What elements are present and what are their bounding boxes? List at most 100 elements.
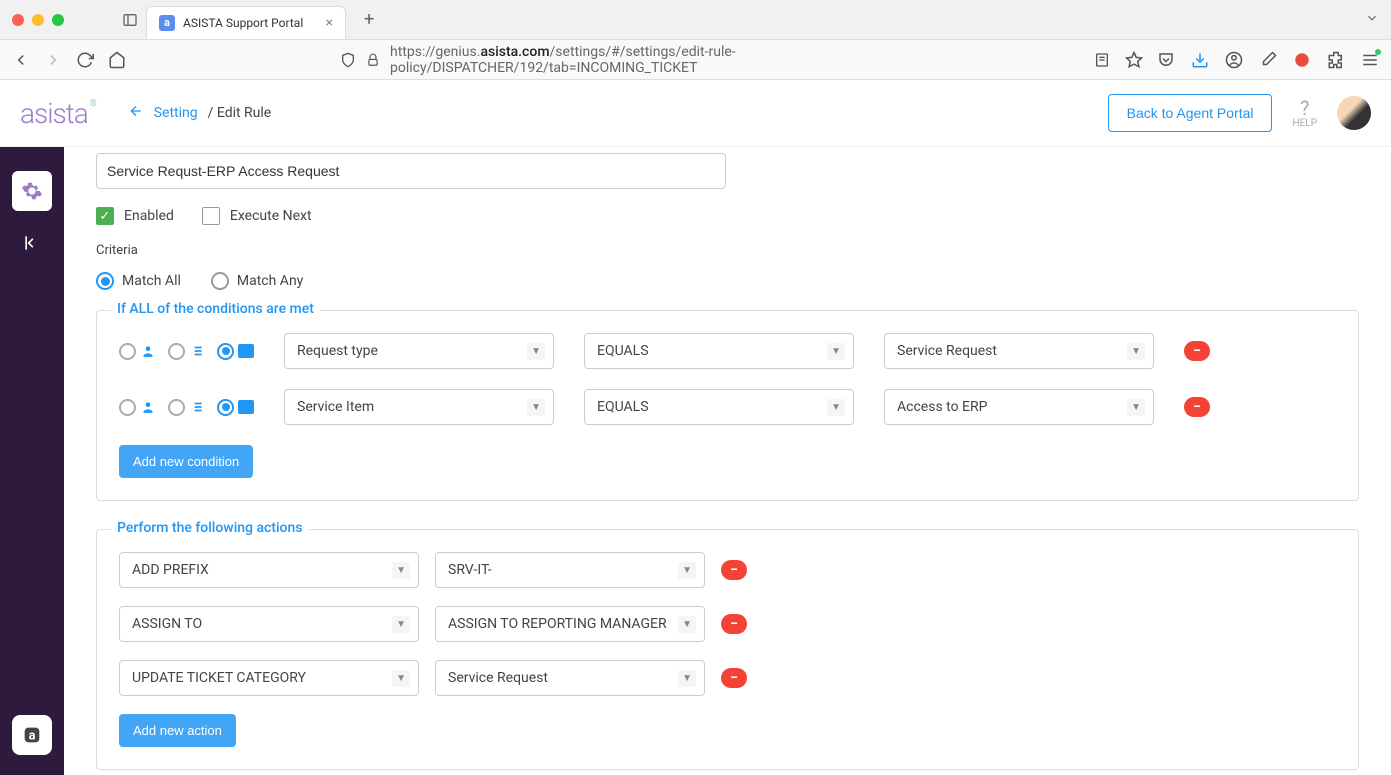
extensions-icon[interactable]: [1327, 51, 1345, 69]
remove-condition-button[interactable]: −: [1184, 397, 1210, 417]
download-icon[interactable]: [1191, 51, 1209, 69]
radio-icon: [119, 399, 136, 416]
actions-fieldset: Perform the following actions ADD PREFIX…: [96, 529, 1359, 770]
url-bar[interactable]: https://genius.asista.com/settings/#/set…: [140, 44, 1079, 76]
radio-icon: [168, 343, 185, 360]
match-any-radio[interactable]: Match Any: [211, 272, 303, 290]
window-close-icon[interactable]: [12, 14, 24, 26]
chevron-down-icon: ▼: [392, 616, 410, 633]
action-type-select[interactable]: ADD PREFIX▼: [119, 552, 419, 588]
condition-field-select[interactable]: Service Item▼: [284, 389, 554, 425]
person-icon: [140, 400, 156, 414]
action-value-select[interactable]: SRV-IT-▼: [435, 552, 705, 588]
menu-icon[interactable]: [1361, 51, 1379, 69]
ticket-icon: [238, 400, 254, 414]
bookmark-icon[interactable]: [1125, 51, 1143, 69]
execute-next-checkbox[interactable]: Execute Next: [202, 207, 312, 225]
breadcrumb-current: / Edit Rule: [208, 105, 272, 121]
lock-icon[interactable]: [366, 51, 380, 69]
criteria-label: Criteria: [96, 243, 1359, 258]
browser-tab-active[interactable]: a ASISTA Support Portal ×: [146, 6, 346, 40]
chevron-down-icon: ▼: [392, 562, 410, 579]
reader-mode-icon[interactable]: [1093, 51, 1111, 69]
account-icon[interactable]: [1225, 51, 1243, 69]
shield-icon[interactable]: [340, 51, 356, 69]
window-min-icon[interactable]: [32, 14, 44, 26]
add-condition-button[interactable]: Add new condition: [119, 445, 253, 478]
enabled-checkbox[interactable]: ✓ Enabled: [96, 207, 174, 225]
sidebar-app-icon[interactable]: a: [12, 715, 52, 755]
nav-forward-icon[interactable]: [44, 51, 62, 69]
tab-favicon-icon: a: [159, 15, 175, 31]
chevron-down-icon: ▼: [392, 670, 410, 687]
app-logo[interactable]: asista®: [20, 97, 88, 130]
back-to-agent-portal-button[interactable]: Back to Agent Portal: [1108, 94, 1273, 132]
tabs-dropdown-icon[interactable]: [1365, 10, 1379, 29]
condition-row: Service Item▼ EQUALS▼ Access to ERP▼ −: [119, 389, 1336, 425]
breadcrumb: Setting / Edit Rule: [128, 103, 272, 123]
chevron-down-icon: ▼: [827, 343, 845, 360]
radio-icon: [168, 399, 185, 416]
svg-text:a: a: [29, 729, 36, 744]
tab-title: ASISTA Support Portal: [183, 16, 318, 30]
breadcrumb-back-icon[interactable]: [128, 103, 144, 123]
condition-field-select[interactable]: Request type▼: [284, 333, 554, 369]
nav-back-icon[interactable]: [12, 51, 30, 69]
remove-condition-button[interactable]: −: [1184, 341, 1210, 361]
tab-close-icon[interactable]: ×: [326, 15, 333, 31]
condition-operator-select[interactable]: EQUALS▼: [584, 389, 854, 425]
url-text: https://genius.asista.com/settings/#/set…: [390, 44, 859, 76]
condition-source-radios: [119, 399, 254, 416]
adblock-icon[interactable]: [1293, 51, 1311, 69]
source-ticket-radio[interactable]: [217, 343, 254, 360]
pocket-icon[interactable]: [1157, 51, 1175, 69]
source-list-radio[interactable]: [168, 343, 205, 360]
action-value-select[interactable]: Service Request▼: [435, 660, 705, 696]
add-action-button[interactable]: Add new action: [119, 714, 236, 747]
radio-selected-icon: [217, 399, 234, 416]
action-row: ASSIGN TO▼ ASSIGN TO REPORTING MANAGER▼ …: [119, 606, 1336, 642]
execute-next-label: Execute Next: [230, 208, 312, 224]
window-max-icon[interactable]: [52, 14, 64, 26]
nav-reload-icon[interactable]: [76, 51, 94, 69]
sidebar-collapse-icon[interactable]: [20, 231, 44, 255]
help-button[interactable]: ? HELP: [1292, 98, 1317, 129]
remove-action-button[interactable]: −: [721, 560, 747, 580]
action-row: UPDATE TICKET CATEGORY▼ Service Request▼…: [119, 660, 1336, 696]
main-content: ✓ Enabled Execute Next Criteria Match Al…: [64, 147, 1391, 775]
conditions-fieldset: If ALL of the conditions are met Request…: [96, 310, 1359, 501]
window-controls: [12, 14, 64, 26]
condition-value-select[interactable]: Access to ERP▼: [884, 389, 1154, 425]
match-all-label: Match All: [122, 273, 181, 289]
source-list-radio[interactable]: [168, 399, 205, 416]
action-type-select[interactable]: UPDATE TICKET CATEGORY▼: [119, 660, 419, 696]
nav-home-icon[interactable]: [108, 51, 126, 69]
eyedropper-icon[interactable]: [1259, 51, 1277, 69]
new-tab-button[interactable]: +: [364, 9, 374, 30]
breadcrumb-setting-link[interactable]: Setting: [154, 105, 198, 121]
source-user-radio[interactable]: [119, 343, 156, 360]
chevron-down-icon: ▼: [678, 670, 696, 687]
sidebar-toggle-icon[interactable]: [122, 12, 138, 28]
user-avatar[interactable]: [1337, 96, 1371, 130]
condition-source-radios: [119, 343, 254, 360]
chevron-down-icon: ▼: [527, 399, 545, 416]
match-any-label: Match Any: [237, 273, 303, 289]
sidebar-settings-button[interactable]: [12, 171, 52, 211]
list-icon: [189, 400, 205, 414]
ticket-icon: [238, 344, 254, 358]
condition-operator-select[interactable]: EQUALS▼: [584, 333, 854, 369]
match-all-radio[interactable]: Match All: [96, 272, 181, 290]
action-value-select[interactable]: ASSIGN TO REPORTING MANAGER▼: [435, 606, 705, 642]
source-ticket-radio[interactable]: [217, 399, 254, 416]
chevron-down-icon: ▼: [527, 343, 545, 360]
action-type-select[interactable]: ASSIGN TO▼: [119, 606, 419, 642]
condition-row: Request type▼ EQUALS▼ Service Request▼ −: [119, 333, 1336, 369]
action-row: ADD PREFIX▼ SRV-IT-▼ −: [119, 552, 1336, 588]
remove-action-button[interactable]: −: [721, 668, 747, 688]
actions-legend: Perform the following actions: [111, 520, 309, 536]
rule-name-input[interactable]: [96, 153, 726, 189]
source-user-radio[interactable]: [119, 399, 156, 416]
remove-action-button[interactable]: −: [721, 614, 747, 634]
condition-value-select[interactable]: Service Request▼: [884, 333, 1154, 369]
